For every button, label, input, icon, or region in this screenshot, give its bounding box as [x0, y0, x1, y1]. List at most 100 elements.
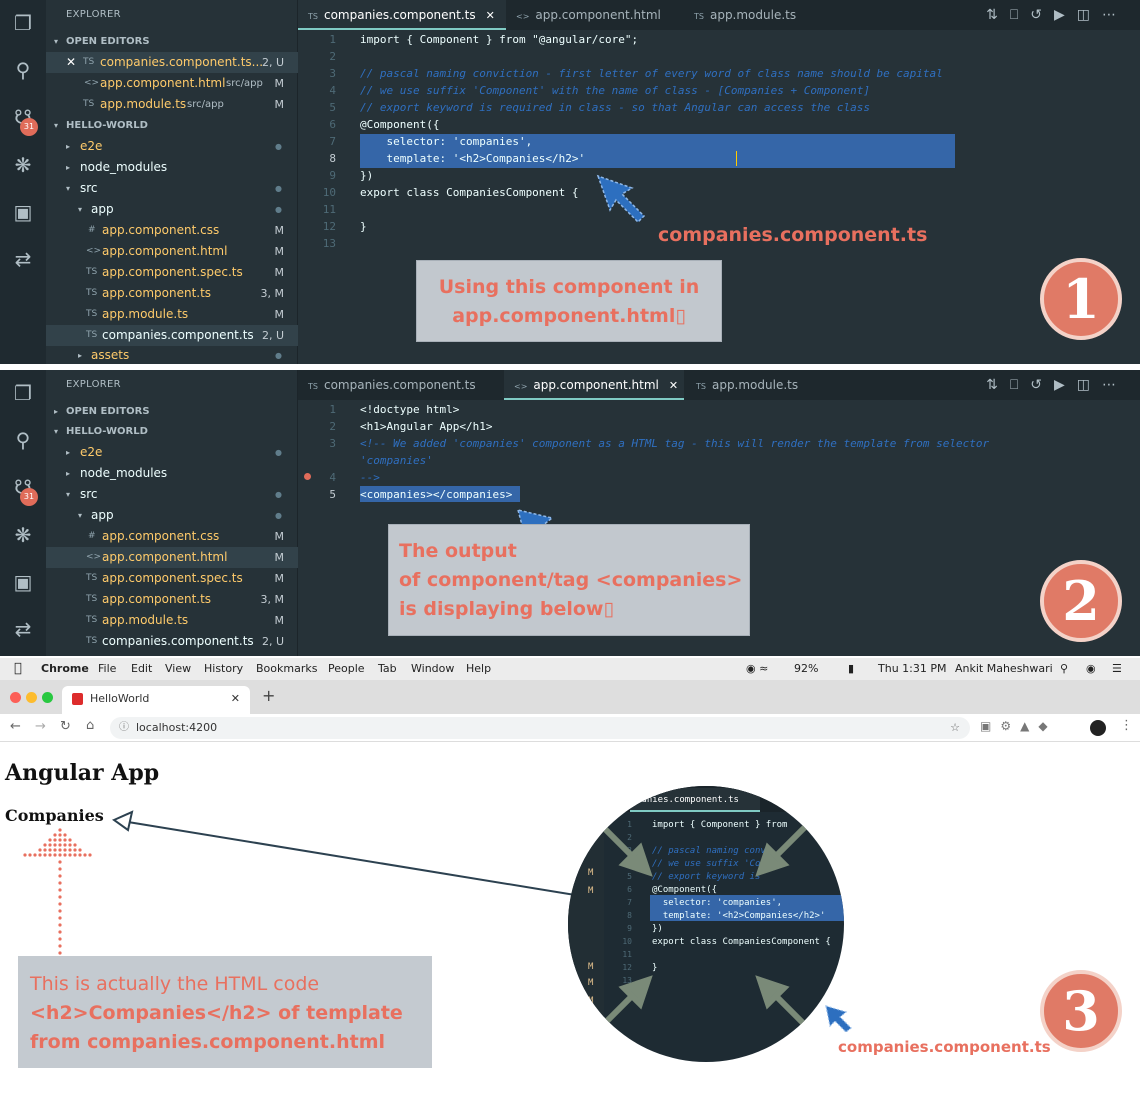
breakpoint-dot[interactable] [304, 473, 311, 480]
code-comment: <!-- We added 'companies' component as a… [360, 437, 990, 450]
apple-icon[interactable]:  [14, 658, 22, 680]
code-comment: 'companies' [360, 454, 433, 467]
tree-folder[interactable]: ▸ e2e ● [46, 136, 298, 157]
tree-file[interactable]: <> app.component.html M [46, 547, 298, 568]
maximize-window-icon[interactable] [42, 692, 53, 703]
forward-icon[interactable]: → [35, 719, 46, 734]
spotlight-icon[interactable]: ⚲ [1060, 658, 1068, 680]
line-number: 3 [329, 437, 336, 450]
tree-file[interactable]: TS app.module.ts M [46, 304, 298, 325]
open-editor-companies[interactable]: ✕ TS companies.component.ts... 2, U [46, 52, 298, 73]
files-icon[interactable]: ❐ [10, 10, 36, 36]
tree-file[interactable]: TS app.component.ts 3, M [46, 589, 298, 610]
menu-item[interactable]: Bookmarks [256, 658, 317, 680]
search-icon[interactable]: ⚲ [10, 57, 36, 83]
tree-file[interactable]: TS app.module.ts M [46, 610, 298, 631]
activity-bar: ❐ ⚲ ☋ 31 ❋ ▣ ⇄ [0, 0, 46, 364]
line-number: 12 [322, 220, 336, 233]
status-icons[interactable]: ◉ ≈ [746, 658, 768, 680]
close-icon[interactable]: ✕ [669, 379, 678, 392]
reload-icon[interactable]: ↻ [60, 719, 71, 734]
source-control-badge: 31 [20, 118, 38, 136]
tree-file[interactable]: TS companies.component.ts 2, U [46, 631, 298, 652]
search-icon[interactable]: ⚲ [10, 427, 36, 453]
info-icon[interactable]: ⓘ [119, 717, 129, 739]
close-window-icon[interactable] [10, 692, 21, 703]
code-comment: --> [360, 471, 380, 484]
close-icon[interactable]: ✕ [486, 9, 495, 22]
tree-file[interactable]: TS app.component.ts 3, M [46, 283, 298, 304]
tab-app-module[interactable]: TS app.module.ts [684, 0, 820, 30]
battery-icon[interactable]: ▮ [848, 658, 854, 680]
workspace-header[interactable]: ▾ HELLO-WORLD [46, 421, 298, 442]
chrome-menu-icon[interactable]: ⋮ [1120, 718, 1133, 733]
menu-item[interactable]: People [328, 658, 365, 680]
editor-toolbar-icons[interactable]: ⇅⎕↺▶◫⋯ [986, 377, 1128, 393]
extensions-icon[interactable]: ▣ [10, 569, 36, 595]
open-editor-app-module[interactable]: TS app.module.ts src/app M [46, 94, 298, 115]
tab-app-component-html[interactable]: <> app.component.html ✕ [504, 370, 684, 400]
open-editor-app-html[interactable]: <> app.component.html src/app M [46, 73, 298, 94]
tree-file[interactable]: # app.component.css M [46, 220, 298, 241]
tree-folder[interactable]: ▾ app ● [46, 505, 298, 526]
menu-item[interactable]: View [165, 658, 191, 680]
clock: Thu 1:31 PM [878, 662, 947, 675]
tree-folder[interactable]: ▸ assets ● [46, 345, 298, 364]
tree-file[interactable]: TS companies.component.ts 2, U [46, 325, 298, 346]
avatar[interactable] [1090, 720, 1106, 736]
tab-helloworld[interactable]: HelloWorld ✕ [62, 686, 250, 714]
files-icon[interactable]: ❐ [10, 380, 36, 406]
line-number: 4 [329, 84, 336, 97]
live-share-icon[interactable]: ⇄ [10, 616, 36, 642]
bookmark-star-icon[interactable]: ☆ [950, 717, 960, 739]
menu-item[interactable]: File [98, 658, 116, 680]
close-tab-icon[interactable]: ✕ [231, 686, 240, 712]
source-control-badge: 31 [20, 488, 38, 506]
minimize-window-icon[interactable] [26, 692, 37, 703]
siri-icon[interactable]: ◉ [1086, 658, 1096, 680]
menu-item[interactable]: Tab [378, 658, 397, 680]
tree-folder[interactable]: ▸ e2e ● [46, 442, 298, 463]
workspace-header[interactable]: ▾ HELLO-WORLD [46, 115, 298, 136]
editor-toolbar-icons[interactable]: ⇅⎕↺▶◫⋯ [986, 7, 1128, 23]
tab-app-module[interactable]: TS app.module.ts [686, 370, 822, 400]
extensions-icon[interactable]: ▣ [10, 199, 36, 225]
line-number: 1 [329, 33, 336, 46]
extension-icons[interactable]: ▣⚙▲◆ [980, 719, 1057, 733]
debug-icon[interactable]: ❋ [10, 152, 36, 178]
user-name[interactable]: Ankit Maheshwari [955, 658, 1053, 680]
menu-item-chrome[interactable]: Chrome [41, 658, 89, 680]
menu-item[interactable]: Window [411, 658, 454, 680]
tree-file[interactable]: TS app.component.spec.ts M [46, 568, 298, 589]
tree-folder[interactable]: ▾ app ● [46, 199, 298, 220]
tree-file[interactable]: <> app.component.html M [46, 241, 298, 262]
tree-file[interactable]: # app.component.css M [46, 526, 298, 547]
line-number: 6 [329, 118, 336, 131]
zoomed-code-circle: panies.component.ts M M M M M 1 2 3 4 5 … [568, 786, 844, 1062]
live-share-icon[interactable]: ⇄ [10, 246, 36, 272]
tree-folder[interactable]: ▾ src ● [46, 178, 298, 199]
tab-companies-component[interactable]: TS companies.component.ts ✕ [298, 0, 506, 30]
home-icon[interactable]: ⌂ [86, 718, 94, 733]
menu-list-icon[interactable]: ☰ [1112, 658, 1122, 680]
line-number: 2 [329, 420, 336, 433]
open-editors-header[interactable]: ▸ OPEN EDITORS [46, 401, 298, 422]
new-tab-button[interactable]: + [262, 686, 275, 705]
tree-folder[interactable]: ▸ node_modules [46, 463, 298, 484]
menu-item[interactable]: Help [466, 658, 491, 680]
close-icon[interactable]: ✕ [66, 52, 76, 73]
tree-folder[interactable]: ▾ src ● [46, 484, 298, 505]
menu-item[interactable]: History [204, 658, 243, 680]
tab-companies-component[interactable]: TS companies.component.ts [298, 370, 494, 400]
debug-icon[interactable]: ❋ [10, 522, 36, 548]
tree-folder[interactable]: ▸ node_modules [46, 157, 298, 178]
code-line: import { Component } from "@angular/core… [360, 33, 639, 46]
tab-app-component-html[interactable]: <> app.component.html [506, 0, 684, 30]
open-editors-header[interactable]: ▾ OPEN EDITORS [46, 31, 298, 52]
angular-favicon-icon [72, 693, 83, 705]
back-icon[interactable]: ← [10, 719, 21, 734]
address-bar[interactable]: ⓘ localhost:4200 ☆ [110, 717, 970, 739]
tree-file[interactable]: TS app.component.spec.ts M [46, 262, 298, 283]
code-line: }) [360, 169, 374, 182]
menu-item[interactable]: Edit [131, 658, 152, 680]
